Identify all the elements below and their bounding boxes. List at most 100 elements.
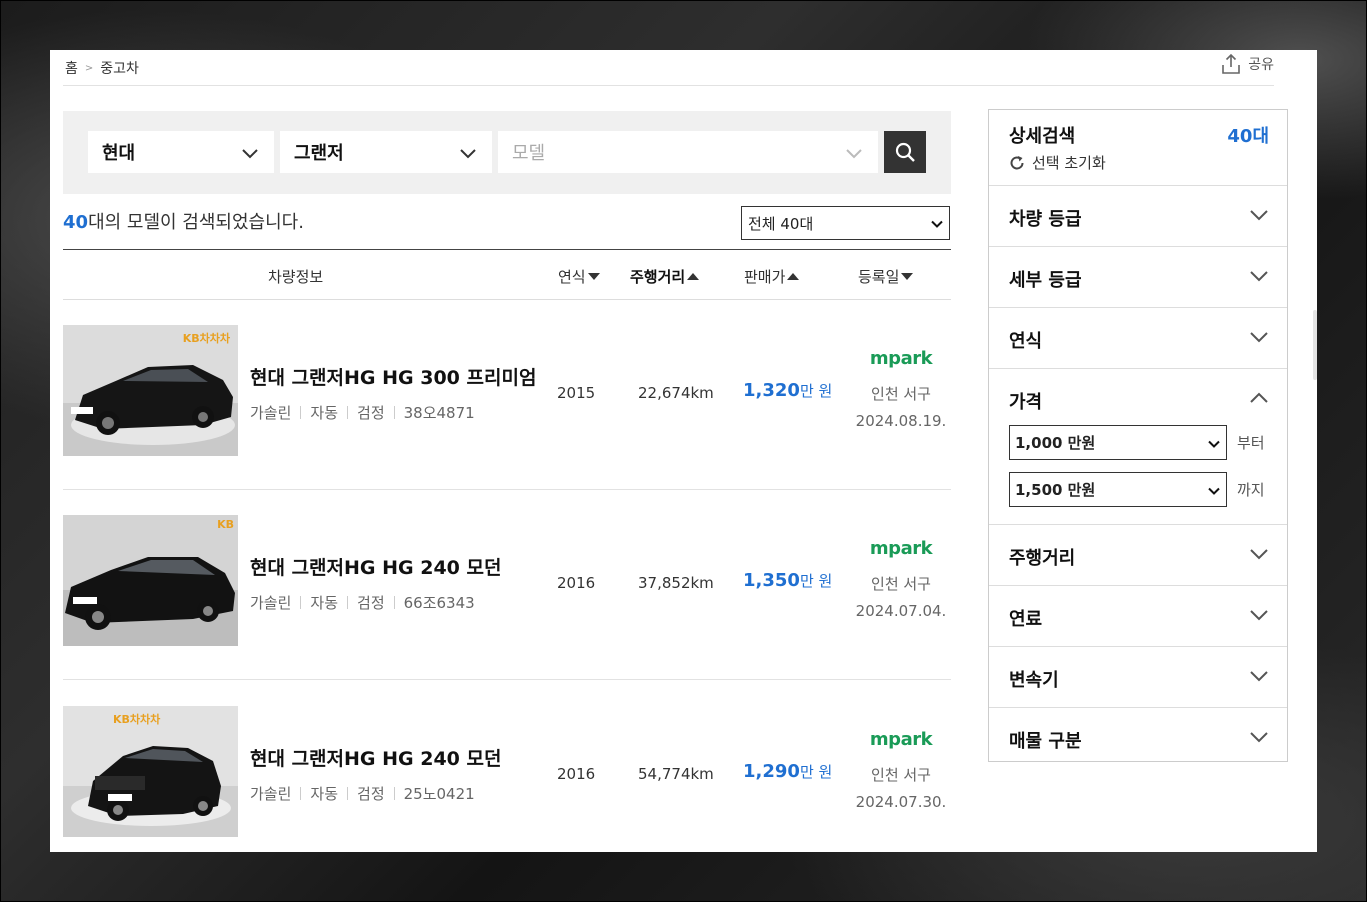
price-to-row: 1,500 만원 까지 (1009, 472, 1265, 507)
dealer-logo: mpark (869, 538, 933, 559)
watermark-logo: KB차차차 (182, 332, 230, 345)
search-button[interactable] (884, 131, 926, 173)
sort-up-icon (687, 272, 700, 280)
facet-grade-label: 차량 등급 (1009, 209, 1082, 230)
chevron-down-icon (460, 149, 476, 159)
sort-date-button[interactable]: 등록일 (858, 266, 914, 287)
price-value: 1,350 (743, 570, 800, 591)
registration-date: 2024.07.04. (855, 602, 947, 620)
watermark-logo: KB차차차 (113, 713, 161, 726)
column-car-info-label: 차량정보 (268, 268, 324, 286)
listing-specs: 가솔린 자동 검정 25노0421 (250, 783, 475, 804)
facet-sub-grade[interactable]: 세부 등급 (989, 247, 1287, 308)
dealer-logo: mpark (869, 729, 933, 750)
facet-transmission[interactable]: 변속기 (989, 647, 1287, 708)
facet-grade[interactable]: 차량 등급 (989, 186, 1287, 247)
price-value: 1,290 (743, 761, 800, 782)
result-filter-select[interactable]: 전체 40대 (741, 206, 950, 240)
breadcrumb-separator: > (84, 62, 94, 74)
search-icon (895, 142, 915, 162)
car-photo[interactable]: KB차차차 (63, 706, 238, 837)
facet-price[interactable]: 가격 1,000 만원 부터 1,500 만원 까지 (989, 369, 1287, 525)
sidebar-title: 상세검색 (1009, 126, 1076, 147)
listing-row[interactable]: KB 현대 그랜저HG HG 240 모던 가솔린 자동 검정 66조6343 … (63, 490, 951, 680)
dealer-location: 인천 서구 (871, 766, 931, 784)
plate-number: 25노0421 (403, 785, 475, 803)
chevron-down-icon (1250, 671, 1268, 682)
car-color: 검정 (357, 404, 385, 422)
dealer-info: mpark 인천 서구 2024.08.19. (853, 348, 949, 430)
listing-row[interactable]: KB차차차 현대 그랜저HG HG 240 모던 가솔린 자동 검정 25노04… (63, 681, 951, 852)
car-photo[interactable]: KB차차차 (63, 325, 238, 456)
top-bar: 홈 > 중고차 공유 (63, 50, 1274, 86)
listing-title[interactable]: 현대 그랜저HG HG 300 프리미엄 (250, 363, 536, 390)
facet-mileage[interactable]: 주행거리 (989, 525, 1287, 586)
dealer-info: mpark 인천 서구 2024.07.30. (853, 729, 949, 811)
price-unit: 만 원 (799, 572, 833, 590)
chevron-down-icon (242, 149, 258, 159)
detail-search-sidebar: 상세검색 40대 선택 초기화 차량 등급 세부 등급 연식 가격 1,000 … (988, 109, 1288, 762)
chevron-down-icon (1250, 210, 1268, 221)
price-unit: 만 원 (799, 382, 833, 400)
car-photo[interactable]: KB (63, 515, 238, 646)
sort-down-icon (587, 272, 600, 280)
watermark-logo: KB (217, 518, 234, 531)
price-from-select[interactable]: 1,000 만원 (1009, 425, 1227, 460)
model-group-select[interactable]: 그랜저 (280, 131, 492, 173)
refresh-icon (1010, 155, 1024, 169)
breadcrumb-current[interactable]: 중고차 (100, 58, 139, 78)
dealer-location: 인천 서구 (871, 385, 931, 403)
fuel-type: 가솔린 (250, 594, 292, 612)
price-value: 1,320 (743, 380, 800, 401)
transmission: 자동 (310, 594, 339, 612)
content-panel: 홈 > 중고차 공유 현대 그랜저 모델 40대의 모델이 검색되었습니다. 전… (50, 50, 1317, 852)
chevron-down-icon (1250, 549, 1268, 560)
fuel-type: 가솔린 (250, 785, 292, 803)
chevron-down-icon (1250, 732, 1268, 743)
result-filter-value: 전체 40대 (748, 214, 814, 233)
listing-mileage: 37,852km (638, 574, 714, 592)
share-button[interactable]: 공유 (1220, 53, 1274, 75)
listing-mileage: 22,674km (638, 384, 714, 402)
chevron-down-icon (846, 149, 862, 159)
sort-mileage-button[interactable]: 주행거리 (630, 266, 700, 287)
table-header: 차량정보 연식 주행거리 판매가 등록일 (63, 249, 951, 300)
price-from-row: 1,000 만원 부터 (1009, 425, 1265, 460)
scrollbar[interactable] (1313, 310, 1317, 380)
column-date-label: 등록일 (858, 268, 900, 286)
column-car-info: 차량정보 (268, 266, 323, 287)
listing-specs: 가솔린 자동 검정 38오4871 (250, 402, 475, 423)
maker-select[interactable]: 현대 (88, 131, 274, 173)
chevron-down-icon (1250, 610, 1268, 621)
result-count-text: 대의 모델이 검색되었습니다. (88, 212, 304, 233)
listing-title[interactable]: 현대 그랜저HG HG 240 모던 (250, 744, 501, 771)
transmission: 자동 (310, 785, 339, 803)
maker-select-value: 현대 (102, 143, 136, 164)
sort-year-button[interactable]: 연식 (558, 266, 600, 287)
price-unit: 만 원 (799, 763, 833, 781)
dealer-logo: mpark (869, 348, 933, 369)
chevron-down-icon (1208, 440, 1220, 448)
facet-listing-type[interactable]: 매물 구분 (989, 708, 1287, 768)
sort-price-button[interactable]: 판매가 (744, 266, 800, 287)
chevron-up-icon (1250, 392, 1268, 403)
model-select[interactable]: 모델 (498, 131, 878, 173)
model-select-placeholder: 모델 (512, 143, 546, 164)
facet-year-label: 연식 (1009, 331, 1043, 352)
price-from-value: 1,000 만원 (1015, 434, 1096, 452)
reset-filters-button[interactable]: 선택 초기화 (1008, 152, 1106, 173)
car-color: 검정 (357, 785, 385, 803)
price-to-select[interactable]: 1,500 만원 (1009, 472, 1227, 507)
breadcrumb-home[interactable]: 홈 (65, 58, 78, 78)
facet-year[interactable]: 연식 (989, 308, 1287, 369)
registration-date: 2024.08.19. (855, 412, 947, 430)
result-count-number: 40 (63, 212, 89, 233)
listing-title[interactable]: 현대 그랜저HG HG 240 모던 (250, 553, 501, 580)
search-filter-bar: 현대 그랜저 모델 (63, 111, 951, 194)
listing-row[interactable]: KB차차차 현대 그랜저HG HG 300 프리미엄 가솔린 자동 검정 38오… (63, 300, 951, 490)
listing-year: 2015 (557, 384, 596, 402)
registration-date: 2024.07.30. (855, 793, 947, 811)
listing-price: 1,320만 원 (743, 380, 832, 401)
chevron-down-icon (1208, 487, 1220, 495)
facet-fuel[interactable]: 연료 (989, 586, 1287, 647)
